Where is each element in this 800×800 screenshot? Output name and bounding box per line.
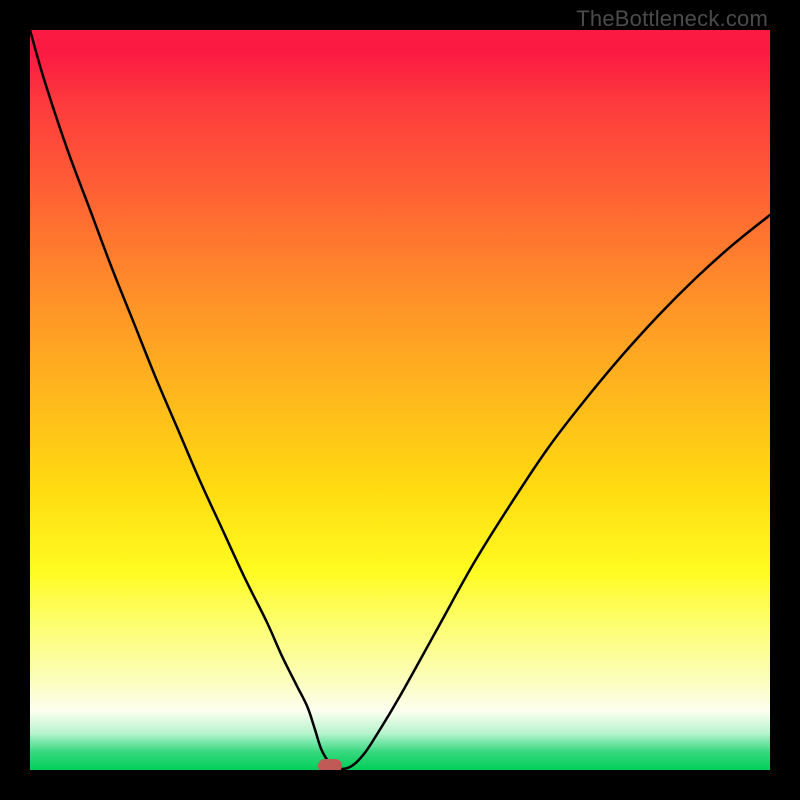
minimum-marker xyxy=(318,759,342,770)
bottleneck-curve xyxy=(30,30,770,769)
plot-area xyxy=(30,30,770,770)
watermark-text: TheBottleneck.com xyxy=(576,6,768,32)
chart-frame: TheBottleneck.com xyxy=(0,0,800,800)
curve-svg xyxy=(30,30,770,770)
